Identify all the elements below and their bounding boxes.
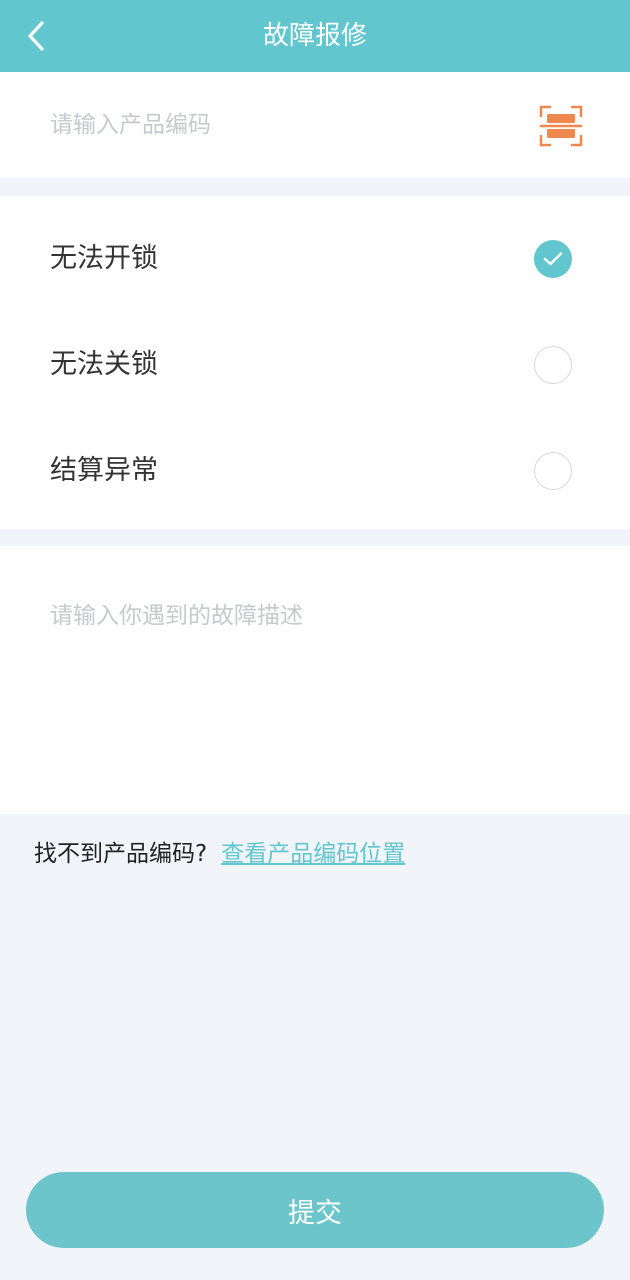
view-code-location-link[interactable]: 查看产品编码位置 [221,841,405,867]
hint-text: 找不到产品编码? [34,841,208,867]
product-code-input[interactable] [50,100,510,150]
check-icon [543,252,563,266]
radio-checked[interactable] [534,240,572,278]
scan-button[interactable] [538,104,584,148]
fault-option-label: 无法开锁 [50,243,158,274]
product-code-row [0,72,630,178]
submit-button[interactable]: 提交 [26,1172,604,1248]
radio-unchecked[interactable] [534,346,572,384]
fault-option-unable-unlock[interactable]: 无法开锁 [0,206,630,312]
fault-option-billing-error[interactable]: 结算异常 [0,418,630,524]
fault-option-unable-lock[interactable]: 无法关锁 [0,312,630,418]
radio-unchecked[interactable] [534,452,572,490]
fault-options-list: 无法开锁 无法关锁 结算异常 [0,196,630,529]
top-nav-bar: 故障报修 [0,0,630,72]
fault-option-label: 结算异常 [50,455,158,486]
fault-description-box [0,546,630,814]
code-location-hint: 找不到产品编码? 查看产品编码位置 [34,834,405,874]
scan-code-icon [539,105,583,147]
page-title: 故障报修 [262,21,367,51]
fault-description-input[interactable] [50,598,590,788]
fault-option-label: 无法关锁 [50,349,158,380]
